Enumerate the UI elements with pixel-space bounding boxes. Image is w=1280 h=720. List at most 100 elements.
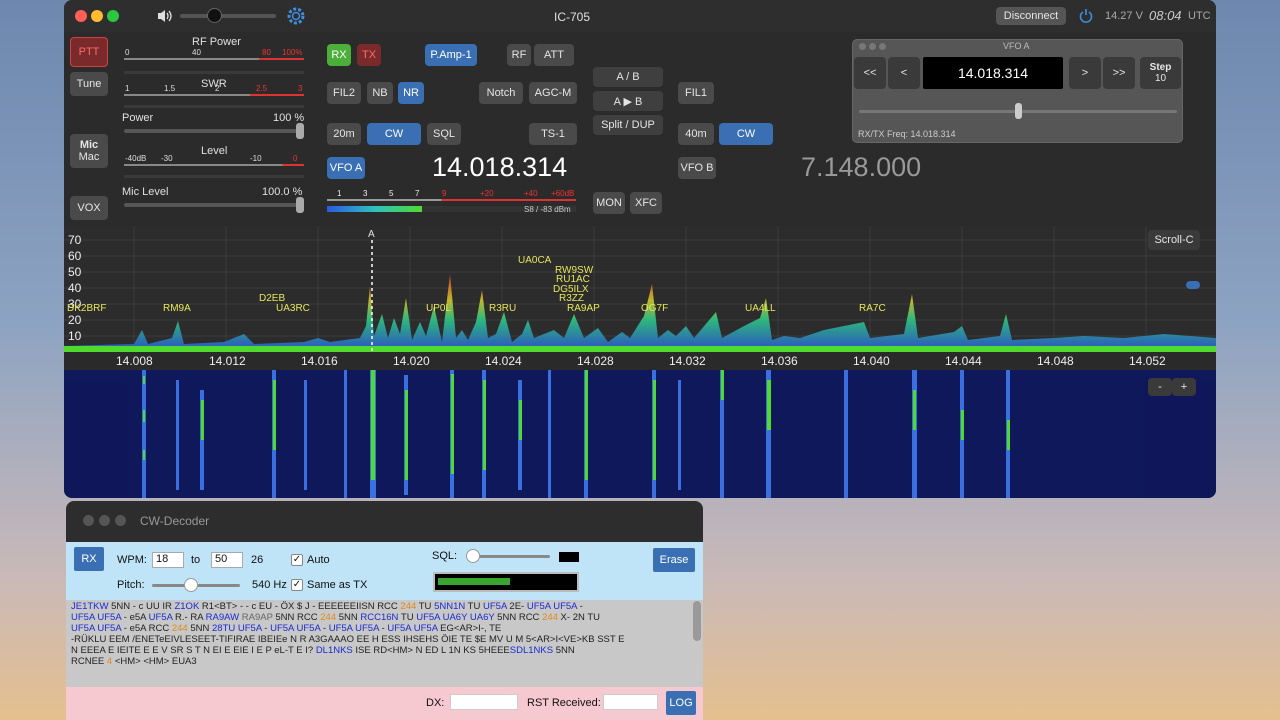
swr-label: SWR xyxy=(201,78,227,90)
split-dup-button[interactable]: Split / DUP xyxy=(593,115,663,135)
sql-button[interactable]: SQL xyxy=(427,123,461,145)
rf-power-bar xyxy=(124,71,304,74)
auto-checkbox[interactable]: ✓ xyxy=(291,554,303,566)
a-to-b-button[interactable]: A ▶ B xyxy=(593,91,663,111)
vfo-panel-zoom[interactable] xyxy=(879,43,886,50)
station-label[interactable]: R3RU xyxy=(489,303,516,314)
decoder-minimize-button[interactable] xyxy=(99,515,110,526)
station-label[interactable]: UP0L xyxy=(426,303,451,314)
tune-button[interactable]: Tune xyxy=(70,72,108,96)
dx-input[interactable] xyxy=(450,694,518,710)
level-label: Level xyxy=(201,145,228,157)
rf-tick-40: 40 xyxy=(192,48,201,57)
station-label[interactable]: RM9A xyxy=(163,303,191,314)
ptt-button[interactable]: PTT xyxy=(70,37,108,67)
volume-knob[interactable] xyxy=(207,8,222,23)
log-button[interactable]: LOG xyxy=(666,691,696,715)
vfo-panel-frequency: 14.018.314 xyxy=(957,65,1029,81)
nb-button[interactable]: NB xyxy=(367,82,393,104)
att-button[interactable]: ATT xyxy=(534,44,574,66)
station-label[interactable]: OG7F xyxy=(641,303,668,314)
tuning-slider-knob[interactable] xyxy=(1015,103,1022,119)
vfo-a-button[interactable]: VFO A xyxy=(327,157,365,179)
zoom-window-button[interactable] xyxy=(107,10,119,22)
step-down-fast-button[interactable]: << xyxy=(854,57,886,89)
power-slider-knob[interactable] xyxy=(296,123,304,139)
station-label[interactable]: RA7C xyxy=(859,303,886,314)
notch-button[interactable]: Notch xyxy=(479,82,523,104)
vfo-panel-minimize[interactable] xyxy=(869,43,876,50)
vfo-panel: VFO A << < 14.018.314 > >> Step 10 RX/TX… xyxy=(852,39,1183,143)
station-label[interactable]: RA9AP xyxy=(567,303,600,314)
rx-button[interactable]: RX xyxy=(327,44,351,66)
decoder-close-button[interactable] xyxy=(83,515,94,526)
preamp-button[interactable]: P.Amp-1 xyxy=(425,44,477,66)
wpm-to-label: to xyxy=(191,554,201,566)
fil2-button[interactable]: FIL2 xyxy=(327,82,361,104)
band-button-a[interactable]: 20m xyxy=(327,123,361,145)
mic-level-knob[interactable] xyxy=(296,197,304,213)
nr-button[interactable]: NR xyxy=(398,82,424,104)
fil1-button[interactable]: FIL1 xyxy=(678,82,714,104)
volume-slider[interactable] xyxy=(180,14,276,18)
station-label[interactable]: DK2BRF xyxy=(67,303,106,314)
vfo-b-button[interactable]: VFO B xyxy=(678,157,716,179)
zoom-out-button[interactable]: - xyxy=(1148,378,1172,396)
mic-level-slider[interactable] xyxy=(124,203,300,207)
rst-input[interactable] xyxy=(603,694,658,710)
mic-source-button[interactable]: Mic Mac xyxy=(70,134,108,168)
xfc-button[interactable]: XFC xyxy=(630,192,662,214)
vfo-panel-close[interactable] xyxy=(859,43,866,50)
step-up-button[interactable]: > xyxy=(1069,57,1101,89)
station-label[interactable]: UA4LL xyxy=(745,303,776,314)
decoder-rx-button[interactable]: RX xyxy=(74,547,104,571)
power-icon[interactable] xyxy=(1078,8,1094,24)
decoder-sql-knob[interactable] xyxy=(466,549,480,563)
step-size-button[interactable]: Step 10 xyxy=(1140,57,1181,89)
decoded-text-scrollbar[interactable] xyxy=(693,601,701,641)
ts-button[interactable]: TS-1 xyxy=(529,123,577,145)
spectrum-level-handle[interactable] xyxy=(1186,281,1200,289)
agc-button[interactable]: AGC-M xyxy=(529,82,577,104)
freq-tick: 14.032 xyxy=(669,354,706,368)
vfo-b-frequency[interactable]: 7.148.000 xyxy=(801,152,921,183)
mode-button-b[interactable]: CW xyxy=(719,123,773,145)
pitch-slider-knob[interactable] xyxy=(184,578,198,592)
zoom-in-button[interactable]: + xyxy=(1172,378,1196,396)
spectrum-graph[interactable] xyxy=(64,226,1216,356)
vfo-a-frequency[interactable]: 14.018.314 xyxy=(432,152,567,183)
rf-power-label: RF Power xyxy=(192,36,241,48)
vfo-panel-title: VFO A xyxy=(1003,41,1030,51)
mode-button-a[interactable]: CW xyxy=(367,123,421,145)
tx-button[interactable]: TX xyxy=(357,44,381,66)
band-button-b[interactable]: 40m xyxy=(678,123,714,145)
step-down-button[interactable]: < xyxy=(888,57,920,89)
sql-label: SQL: xyxy=(432,550,458,562)
swr-tick-3: 3 xyxy=(298,84,303,93)
step-up-fast-button[interactable]: >> xyxy=(1103,57,1135,89)
decoder-controls xyxy=(66,542,703,600)
close-window-button[interactable] xyxy=(75,10,87,22)
settings-gear-icon[interactable] xyxy=(286,6,306,26)
scroll-mode-button[interactable]: Scroll-C xyxy=(1148,230,1200,250)
speaker-icon xyxy=(156,8,174,24)
same-as-tx-checkbox[interactable]: ✓ xyxy=(291,579,303,591)
erase-button[interactable]: Erase xyxy=(653,548,695,572)
vox-button[interactable]: VOX xyxy=(70,196,108,220)
waterfall[interactable] xyxy=(64,370,1216,498)
rf-button[interactable]: RF xyxy=(507,44,531,66)
decoded-text-area[interactable]: JE1TKW 5NN - c UU IR Z1OK R1<BT> - - c E… xyxy=(66,600,703,687)
disconnect-button[interactable]: Disconnect xyxy=(996,7,1066,25)
decoder-zoom-button[interactable] xyxy=(115,515,126,526)
decoder-sql-slider[interactable] xyxy=(468,555,550,558)
minimize-window-button[interactable] xyxy=(91,10,103,22)
a-slash-b-button[interactable]: A / B xyxy=(593,67,663,87)
power-slider[interactable] xyxy=(124,129,300,133)
spectrum-y-20: 20 xyxy=(68,313,82,327)
station-label[interactable]: UA3RC xyxy=(276,303,310,314)
wpm-max-input[interactable]: 50 xyxy=(211,552,243,568)
wpm-min-input[interactable]: 18 xyxy=(152,552,184,568)
vfo-marker-label: A xyxy=(368,229,375,240)
station-label[interactable]: UA0CA xyxy=(518,255,551,266)
mon-button[interactable]: MON xyxy=(593,192,625,214)
